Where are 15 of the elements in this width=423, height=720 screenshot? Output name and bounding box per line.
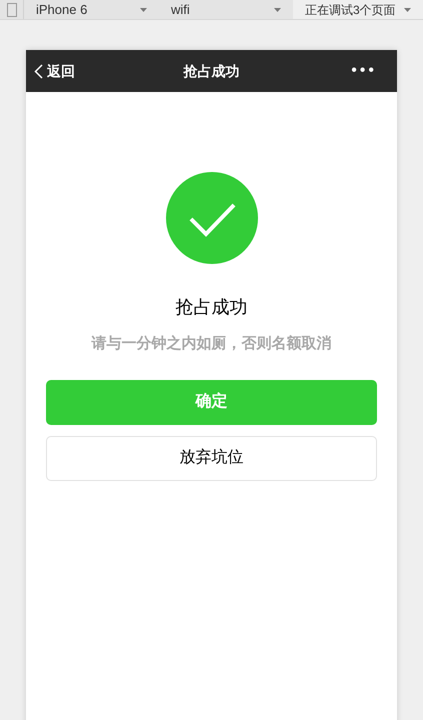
nav-title: 抢占成功	[184, 62, 240, 80]
success-check-icon	[166, 172, 258, 264]
caret-icon	[404, 8, 411, 12]
chevron-left-icon	[34, 64, 43, 78]
more-button[interactable]: •••	[351, 63, 377, 79]
secondary-button[interactable]: 放弃坑位	[46, 436, 377, 480]
result-title: 抢占成功	[176, 296, 248, 319]
back-button[interactable]: 返回	[34, 60, 75, 82]
caret-icon	[140, 8, 147, 12]
result-message: 请与一分钟之内如厕，否则名额取消	[92, 334, 332, 354]
toolbar-dropdown[interactable]: wifi	[159, 0, 293, 19]
toolbar-dropdown[interactable]: iPhone 6	[24, 0, 159, 19]
device-icon[interactable]	[6, 2, 16, 16]
toolbar-dropdown[interactable]: 正在调试3个页面	[293, 0, 423, 19]
caret-icon	[274, 8, 281, 12]
